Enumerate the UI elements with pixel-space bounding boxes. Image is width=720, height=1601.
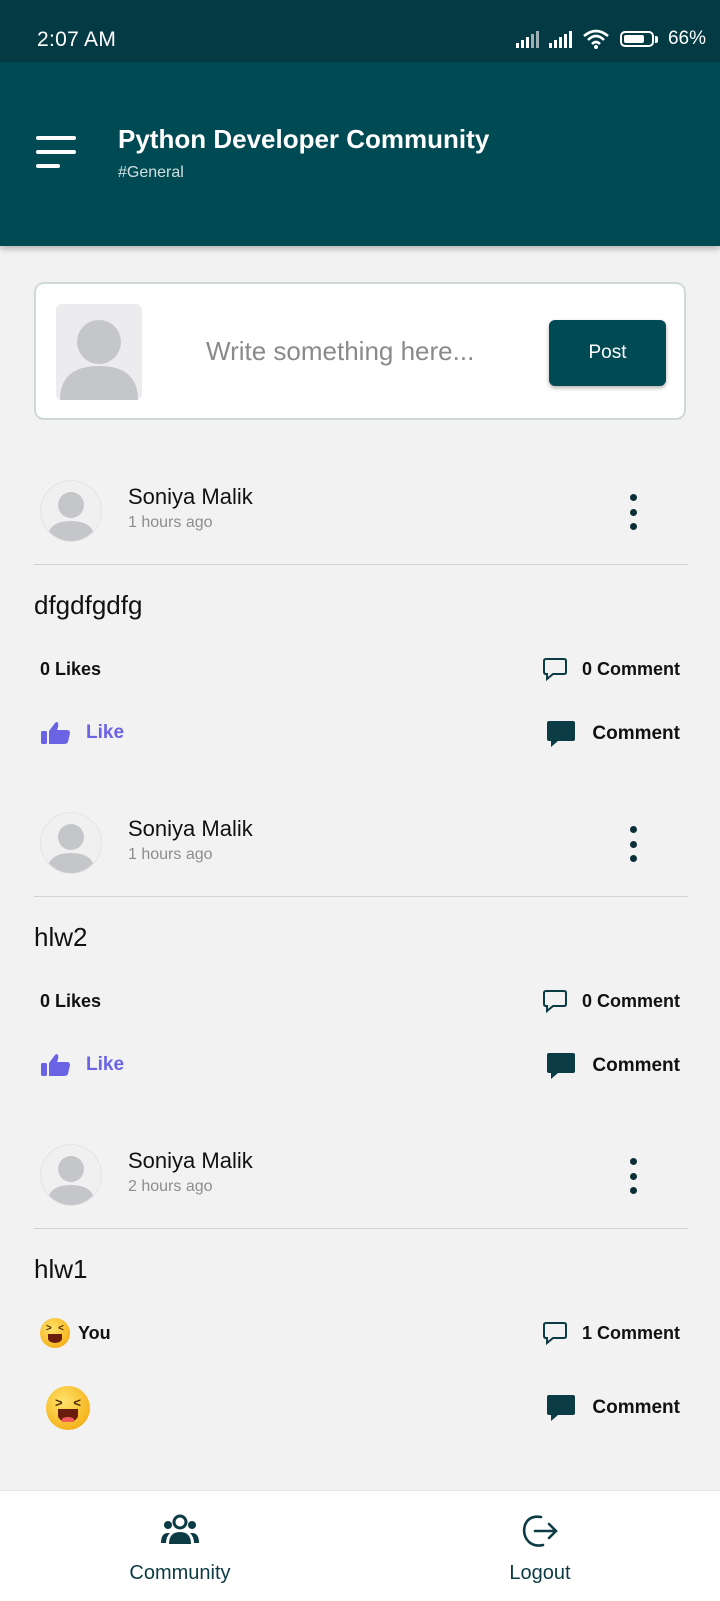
- avatar[interactable]: [40, 1144, 102, 1206]
- more-options-icon[interactable]: [626, 826, 640, 862]
- comment-outline-icon: [542, 658, 567, 681]
- post-time: 1 hours ago: [128, 514, 213, 531]
- comments-label: 0 Comment: [581, 658, 680, 679]
- comment-label: Comment: [592, 1055, 680, 1076]
- community-icon: [161, 1514, 199, 1544]
- divider: [34, 896, 688, 897]
- divider: [34, 1228, 688, 1229]
- post-button[interactable]: Post: [549, 320, 666, 386]
- like-button[interactable]: Like: [40, 720, 124, 746]
- reaction-button[interactable]: > <: [46, 1386, 90, 1430]
- comment-label: Comment: [592, 723, 680, 744]
- comments-count[interactable]: 0 Comment: [542, 989, 680, 1013]
- likes-label: 0 Likes: [40, 659, 102, 679]
- comment-icon: [547, 1053, 576, 1079]
- comments-count[interactable]: 0 Comment: [542, 657, 680, 681]
- laughing-emoji-icon: > <: [46, 1386, 90, 1430]
- comments-label: 1 Comment: [581, 1322, 680, 1343]
- comment-icon: [547, 721, 576, 747]
- avatar[interactable]: [40, 480, 102, 542]
- battery-percent: 66%: [667, 28, 706, 49]
- like-button[interactable]: Like: [40, 1052, 124, 1078]
- comments-label: 0 Comment: [581, 990, 680, 1011]
- post-author[interactable]: Soniya Malik: [128, 1148, 253, 1174]
- likes-label: 0 Likes: [40, 991, 102, 1011]
- likes-count[interactable]: 0 Likes: [40, 659, 101, 680]
- nav-community[interactable]: Community: [80, 1491, 280, 1601]
- signal-icon: [515, 30, 539, 48]
- status-time: 2:07 AM: [37, 28, 117, 51]
- like-label: Like: [86, 1054, 125, 1075]
- likes-label: You: [78, 1322, 111, 1343]
- post-text: dfgdfgdfg: [34, 590, 143, 620]
- comment-icon: [547, 1395, 576, 1421]
- comments-count[interactable]: 1 Comment: [542, 1321, 680, 1345]
- comment-outline-icon: [542, 1322, 567, 1345]
- post-author[interactable]: Soniya Malik: [128, 816, 253, 842]
- post-author[interactable]: Soniya Malik: [128, 484, 253, 510]
- divider: [34, 564, 688, 565]
- comment-button[interactable]: Comment: [546, 720, 680, 748]
- post-text: hlw1: [34, 1254, 88, 1284]
- nav-label: Community: [129, 1562, 231, 1584]
- bottom-navigation: Community Logout: [0, 1490, 720, 1601]
- avatar: [56, 304, 142, 400]
- reactions-summary[interactable]: > < You: [40, 1318, 111, 1348]
- laughing-emoji-icon: > <: [40, 1318, 70, 1348]
- post-card: Soniya Malik 1 hours ago dfgdfgdfg 0 Lik…: [0, 454, 720, 794]
- comment-label: Comment: [592, 1397, 680, 1418]
- nav-label: Logout: [509, 1562, 571, 1584]
- wifi-icon: [583, 29, 609, 49]
- page-title: Python Developer Community: [118, 124, 490, 154]
- comment-button[interactable]: Comment: [546, 1394, 680, 1422]
- thumbs-up-icon: [41, 1054, 70, 1076]
- logout-icon: [522, 1515, 558, 1547]
- more-options-icon[interactable]: [626, 494, 640, 530]
- avatar[interactable]: [40, 812, 102, 874]
- status-icons: 66%: [515, 28, 706, 50]
- post-composer: Write something here... Post: [34, 282, 686, 420]
- thumbs-up-icon: [41, 722, 70, 744]
- comment-button[interactable]: Comment: [546, 1052, 680, 1080]
- likes-count[interactable]: 0 Likes: [40, 991, 101, 1012]
- battery-icon: [619, 31, 658, 47]
- app-bar: Python Developer Community #General: [0, 62, 720, 246]
- signal-icon: [548, 30, 572, 48]
- post-time: 2 hours ago: [128, 1178, 213, 1195]
- post-time: 1 hours ago: [128, 846, 213, 863]
- menu-icon[interactable]: [36, 132, 80, 172]
- nav-logout[interactable]: Logout: [440, 1491, 640, 1601]
- channel-subtitle: #General: [118, 164, 184, 181]
- post-input[interactable]: Write something here...: [206, 336, 474, 367]
- status-bar: 2:07 AM 66%: [0, 0, 720, 62]
- more-options-icon[interactable]: [626, 1158, 640, 1194]
- like-label: Like: [86, 722, 125, 743]
- post-text: hlw2: [34, 922, 88, 952]
- post-card: Soniya Malik 1 hours ago hlw2 0 Likes 0 …: [0, 786, 720, 1126]
- post-card: Soniya Malik 2 hours ago hlw1 > < You 1 …: [0, 1118, 720, 1458]
- comment-outline-icon: [542, 990, 567, 1013]
